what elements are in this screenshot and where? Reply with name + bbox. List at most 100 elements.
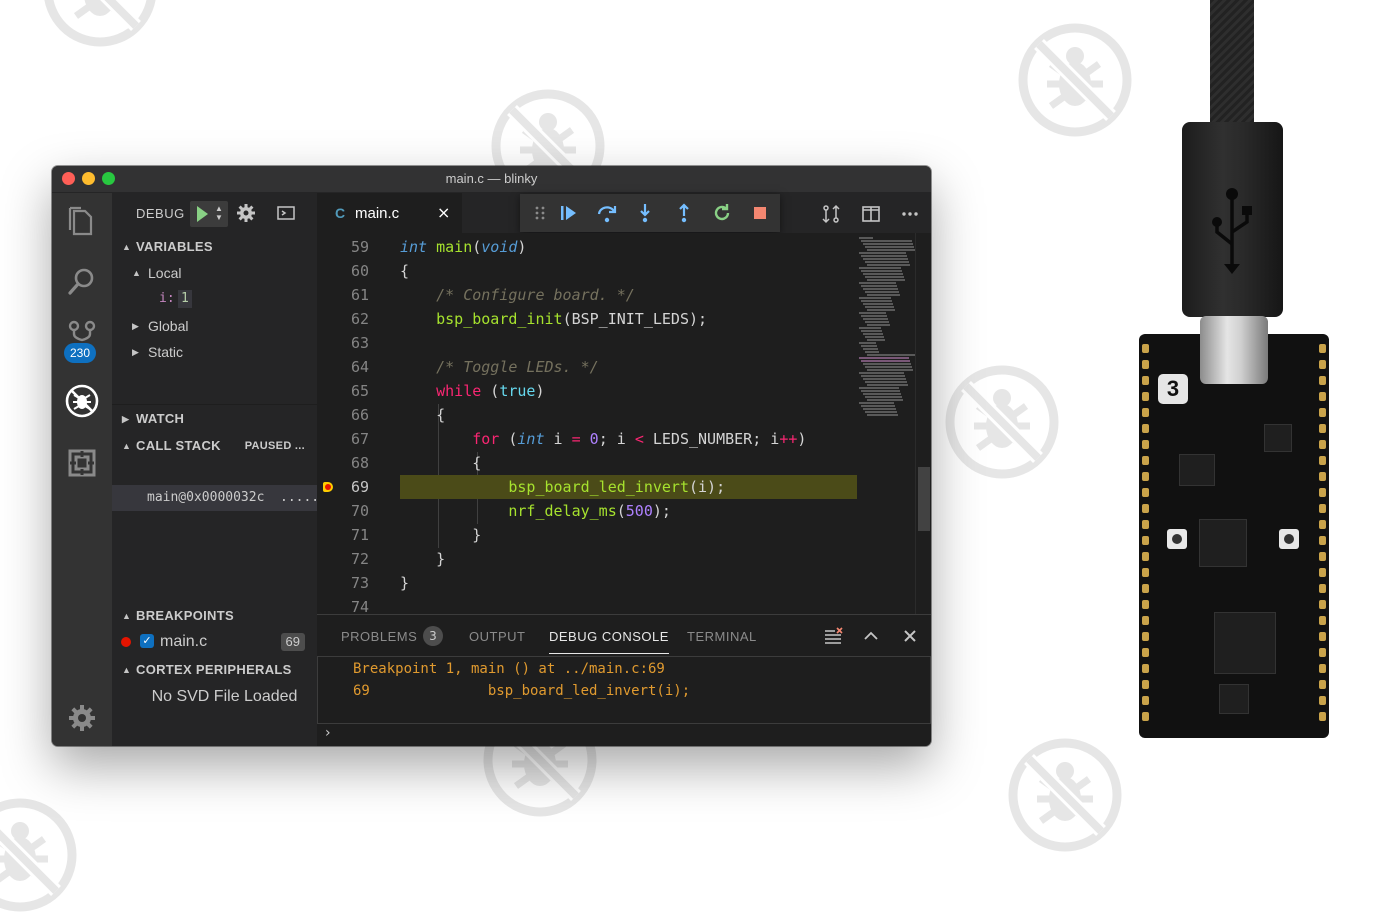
board-chip	[1199, 519, 1247, 567]
close-panel-icon[interactable]	[900, 626, 920, 646]
code-line[interactable]: 61 /* Configure board. */	[317, 283, 917, 307]
usb-cable	[1210, 0, 1254, 125]
code-line[interactable]: 67 for (int i = 0; i < LEDS_NUMBER; i++)	[317, 427, 917, 451]
board-pin	[1319, 712, 1326, 721]
variables-local-scope[interactable]: ▲ Local	[112, 261, 317, 285]
call-stack-section-header[interactable]: ▲ CALL STACK PAUSED ...	[112, 435, 317, 457]
search-icon[interactable]	[64, 263, 100, 299]
settings-gear-icon[interactable]	[68, 704, 96, 732]
tab-problems[interactable]: PROBLEMS	[341, 629, 417, 644]
board-pin	[1142, 712, 1149, 721]
more-actions-icon[interactable]	[899, 203, 921, 225]
code-line[interactable]: 69 bsp_board_led_invert(i);	[317, 475, 917, 499]
usb-c-connector	[1182, 122, 1283, 317]
variables-global-scope[interactable]: ▶ Global	[112, 314, 317, 338]
board-pin	[1319, 456, 1326, 465]
watermark-no-bug-icon	[1015, 20, 1135, 140]
debug-config-gear-icon[interactable]	[236, 203, 256, 223]
line-number: 65	[350, 382, 369, 400]
code-line[interactable]: 66 {	[317, 403, 917, 427]
close-tab-icon[interactable]: ×	[437, 203, 450, 222]
chevron-down-icon: ▲	[122, 441, 132, 451]
code-text: int main(void)	[400, 238, 527, 256]
tab-output[interactable]: OUTPUT	[469, 629, 525, 644]
breakpoint-checkbox[interactable]: ✓	[140, 634, 154, 648]
clear-console-icon[interactable]	[823, 626, 843, 646]
breakpoint-stopped-icon[interactable]	[323, 482, 333, 492]
code-line[interactable]: 63	[317, 331, 917, 355]
code-line[interactable]: 70 nrf_delay_ms(500);	[317, 499, 917, 523]
debug-console-toggle-icon[interactable]	[276, 203, 296, 223]
code-line[interactable]: 59 int main(void)	[317, 235, 917, 259]
code-line[interactable]: 73}	[317, 571, 917, 595]
extensions-icon[interactable]	[64, 445, 100, 481]
watch-section-header[interactable]: ▶ WATCH	[112, 408, 317, 430]
debug-icon[interactable]	[64, 383, 100, 419]
files-icon[interactable]	[64, 203, 100, 239]
variable-row-i[interactable]: i: 1	[112, 287, 317, 311]
board-pin	[1142, 440, 1149, 449]
board-pin	[1319, 440, 1326, 449]
variables-section-header[interactable]: ▲ VARIABLES	[112, 236, 317, 258]
board-pin	[1142, 584, 1149, 593]
board-pin	[1319, 664, 1326, 673]
chevron-down-icon: ▲	[122, 665, 132, 675]
code-line[interactable]: 60 {	[317, 259, 917, 283]
open-changes-icon[interactable]	[820, 203, 842, 225]
restart-icon[interactable]	[710, 201, 734, 225]
start-debugging-button[interactable]: ▲ ▼	[190, 201, 228, 227]
code-line[interactable]: 64 /* Toggle LEDs. */	[317, 355, 917, 379]
chevron-right-icon: ▶	[122, 414, 130, 424]
step-into-icon[interactable]	[633, 201, 657, 225]
tab-label: main.c	[355, 205, 400, 222]
line-number: 68	[350, 454, 369, 472]
variable-value[interactable]: 1	[178, 290, 192, 308]
line-number: 62	[350, 310, 369, 328]
board-pin	[1142, 408, 1149, 417]
scrollbar-thumb[interactable]	[918, 467, 930, 531]
stop-icon[interactable]	[748, 201, 772, 225]
code-editor[interactable]: 59 int main(void) 60 {61 /* Configure board…	[317, 233, 931, 614]
cortex-peripherals-section-header[interactable]: ▲ CORTEX PERIPHERALS	[112, 659, 317, 681]
breakpoint-item[interactable]: ✓ main.c 69	[112, 630, 317, 654]
variables-static-scope[interactable]: ▶ Static	[112, 340, 317, 364]
board-pin	[1319, 360, 1326, 369]
board-pin	[1142, 648, 1149, 657]
call-stack-frame[interactable]: main@0x0000032c .....	[112, 485, 319, 511]
breakpoints-section-header[interactable]: ▲ BREAKPOINTS	[112, 605, 317, 627]
code-line[interactable]: 71 }	[317, 523, 917, 547]
board-pin	[1319, 472, 1326, 481]
drag-handle-icon[interactable]	[528, 201, 552, 225]
code-text: }	[400, 550, 446, 568]
tab-main-c[interactable]: C main.c ×	[317, 193, 462, 233]
split-editor-icon[interactable]	[860, 203, 882, 225]
tab-terminal[interactable]: TERMINAL	[687, 629, 757, 644]
board-pin	[1319, 536, 1326, 545]
line-number: 73	[350, 574, 369, 592]
tab-debug-console[interactable]: DEBUG CONSOLE	[549, 629, 669, 654]
board-pin	[1142, 472, 1149, 481]
board-pin	[1142, 680, 1149, 689]
code-text: nrf_delay_ms(500);	[508, 502, 671, 520]
problems-count-badge: 3	[423, 626, 443, 646]
board-pin	[1319, 584, 1326, 593]
step-over-icon[interactable]	[595, 201, 619, 225]
watermark-no-bug-icon	[40, 0, 160, 50]
source-control-badge: 230	[64, 343, 97, 363]
code-text: bsp_board_led_invert(i);	[508, 478, 726, 496]
continue-icon[interactable]	[556, 201, 580, 225]
code-line[interactable]: 74	[317, 595, 917, 614]
watermark-no-bug-icon	[1005, 735, 1125, 855]
maximize-panel-icon[interactable]	[861, 626, 881, 646]
board-pin	[1319, 616, 1326, 625]
code-line[interactable]: 65 while (true)	[317, 379, 917, 403]
code-line[interactable]: 68 {	[317, 451, 917, 475]
board-pin	[1319, 552, 1326, 561]
line-number: 72	[350, 550, 369, 568]
no-svd-message: No SVD File Loaded	[151, 688, 298, 705]
code-line[interactable]: 62 bsp_board_init(BSP_INIT_LEDS);	[317, 307, 917, 331]
console-input-prompt[interactable]: ›	[325, 725, 331, 741]
code-line[interactable]: 72 }	[317, 547, 917, 571]
editor-scrollbar[interactable]	[915, 233, 931, 614]
step-out-icon[interactable]	[672, 201, 696, 225]
